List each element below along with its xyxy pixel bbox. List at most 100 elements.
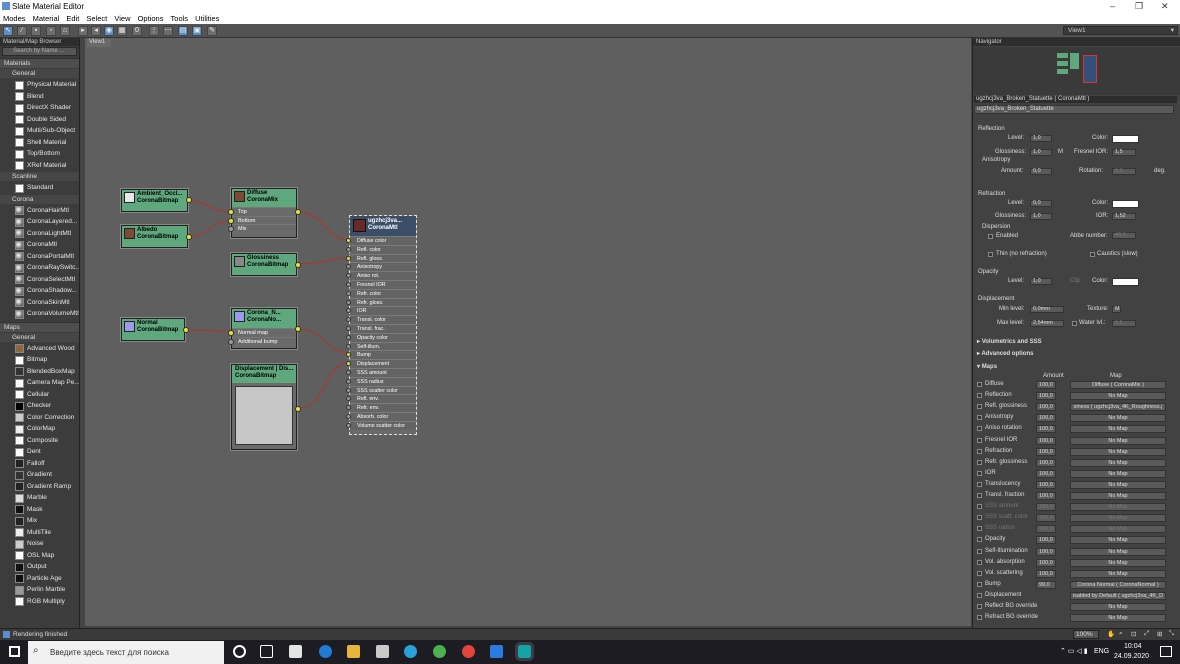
slot-additional-bump[interactable]: Additional bump xyxy=(228,336,296,346)
map-enable-checkbox[interactable] xyxy=(977,615,982,621)
map-amount-input[interactable]: 100,0 xyxy=(1036,403,1056,412)
input-slot[interactable]: Absorb. color xyxy=(346,411,416,421)
input-slot[interactable]: Self-illum. xyxy=(346,341,416,351)
rollout-volumetrics[interactable]: ▸ Volumetrics and SSS xyxy=(977,338,1042,345)
input-socket[interactable] xyxy=(346,281,351,287)
input-socket[interactable] xyxy=(346,255,351,261)
input-socket[interactable] xyxy=(346,343,351,349)
slot-bottom[interactable]: Bottom xyxy=(228,215,296,225)
map-amount-input[interactable]: 100,0 xyxy=(1036,480,1056,489)
refl-level-input[interactable]: 1,0 xyxy=(1030,135,1052,142)
map-slot-button[interactable]: No Map xyxy=(1070,569,1166,578)
input-slot[interactable]: Fresnel IOR xyxy=(346,279,416,289)
edge-icon[interactable] xyxy=(319,645,332,658)
node-normal[interactable]: Normal CoronaBitmap xyxy=(121,318,189,341)
map-enable-checkbox[interactable] xyxy=(977,448,982,454)
task-view-grid-icon[interactable] xyxy=(260,645,273,658)
map-slot-button[interactable]: No Map xyxy=(1070,392,1166,401)
start-icon[interactable] xyxy=(9,646,20,657)
map-enable-checkbox[interactable] xyxy=(977,393,982,399)
fresnel-input[interactable]: 1,5 xyxy=(1112,149,1136,156)
map-amount-input[interactable]: 100,0 xyxy=(1036,425,1056,434)
map-slot-button[interactable]: No Map xyxy=(1070,469,1166,478)
ior-input[interactable]: 1,52 xyxy=(1112,213,1136,220)
input-slot[interactable]: Refr. color xyxy=(346,288,416,298)
store-icon[interactable] xyxy=(289,645,302,658)
torrent-icon[interactable] xyxy=(433,645,446,658)
map-amount-input[interactable]: 100,0 xyxy=(1036,414,1056,423)
map-enable-checkbox[interactable] xyxy=(977,382,982,387)
input-slot[interactable]: Opacity color xyxy=(346,332,416,342)
rollout-maps[interactable]: ▾ Maps xyxy=(977,363,997,370)
3dsmax-icon[interactable] xyxy=(515,642,534,661)
refr-gloss-input[interactable]: 1,0 xyxy=(1030,213,1052,220)
refl-gloss-input[interactable]: 1,0 xyxy=(1030,149,1052,156)
node-glossiness[interactable]: Glossiness CoronaBitmap xyxy=(231,253,301,276)
water-level-checkbox[interactable] xyxy=(1072,321,1077,326)
zoom-icon[interactable]: ⌕ xyxy=(1119,630,1123,638)
map-enable-checkbox[interactable] xyxy=(977,570,982,576)
node-corona-mtl[interactable]: ugzhcj3va... CoronaMtl Diffuse color Refl.… xyxy=(346,215,417,435)
node-corona-normal[interactable]: Corona_N... CoronaNo... Normal map Additi… xyxy=(228,308,301,349)
map-enable-checkbox[interactable] xyxy=(977,581,982,587)
node-displacement[interactable]: Displacement | Dis... CoronaBitmap xyxy=(231,364,301,450)
map-amount-input[interactable]: 100,0 xyxy=(1036,447,1056,456)
input-slot[interactable]: Anisotropy xyxy=(346,262,416,272)
zoom-extents-icon[interactable]: ⤢ xyxy=(1144,630,1149,638)
blender-icon[interactable] xyxy=(490,645,503,658)
map-amount-input[interactable]: 100,0 xyxy=(1036,558,1056,567)
input-slot[interactable]: Refl. env. xyxy=(346,394,416,404)
map-enable-checkbox[interactable] xyxy=(977,426,982,432)
map-slot-button[interactable]: siness ( ugzhcj3va_4K_Roughness.j xyxy=(1070,403,1166,412)
max-level-input[interactable]: 2,54mm xyxy=(1030,320,1064,327)
explorer-icon[interactable] xyxy=(347,645,360,658)
map-amount-input[interactable]: 100,0 xyxy=(1036,569,1056,578)
chrome-icon[interactable] xyxy=(462,645,475,658)
map-enable-checkbox[interactable] xyxy=(977,493,982,498)
input-socket[interactable] xyxy=(346,396,351,402)
map-slot-button[interactable]: No Map xyxy=(1070,436,1166,445)
app-icon-1[interactable] xyxy=(376,645,389,658)
map-enable-checkbox[interactable] xyxy=(977,459,982,465)
node-albedo[interactable]: Albedo CoronaBitmap xyxy=(121,225,192,248)
caustics-checkbox[interactable] xyxy=(1090,252,1095,257)
clock-time[interactable]: 10:04 xyxy=(1124,643,1142,650)
output-socket[interactable] xyxy=(295,262,301,268)
input-slot[interactable]: Refl. gloss. xyxy=(346,253,416,263)
refr-level-input[interactable]: 0,0 xyxy=(1030,200,1052,207)
map-amount-input[interactable]: 100,0 xyxy=(1036,436,1056,445)
map-slot-button[interactable]: No Map xyxy=(1070,492,1166,500)
map-slot-button[interactable]: isabled by Default ( ugzhcj3va_4K_D xyxy=(1070,591,1166,600)
input-socket[interactable] xyxy=(228,226,234,233)
slot-normal-map[interactable]: Normal map xyxy=(228,328,296,337)
task-view-icon[interactable] xyxy=(233,645,246,658)
map-enable-checkbox[interactable] xyxy=(977,515,982,521)
input-socket[interactable] xyxy=(228,209,234,215)
map-slot-button[interactable]: No Map xyxy=(1070,525,1166,534)
map-amount-input[interactable]: 99,0 xyxy=(1036,580,1056,589)
input-socket[interactable] xyxy=(228,338,234,345)
input-slot[interactable]: Refr. gloss. xyxy=(346,297,416,307)
input-slot[interactable]: Transl. color xyxy=(346,315,416,324)
output-socket[interactable] xyxy=(295,209,301,215)
map-slot-button[interactable]: No Map xyxy=(1070,480,1166,489)
map-slot-button[interactable]: No Map xyxy=(1070,514,1166,523)
opacity-color-swatch[interactable] xyxy=(1112,278,1139,286)
abbe-input[interactable]: 40,0 xyxy=(1112,232,1136,239)
map-slot-button[interactable]: No Map xyxy=(1070,503,1166,512)
input-socket[interactable] xyxy=(346,405,351,411)
map-enable-checkbox[interactable] xyxy=(977,437,982,443)
maximize-view-icon[interactable]: ⤡ xyxy=(1169,630,1174,638)
input-socket[interactable] xyxy=(346,361,351,367)
map-slot-button[interactable]: No Map xyxy=(1070,425,1166,434)
rollout-advanced[interactable]: ▸ Advanced options xyxy=(977,350,1033,357)
input-slot[interactable]: Bump xyxy=(346,350,416,360)
map-amount-input[interactable]: 100,0 xyxy=(1036,392,1056,401)
map-slot-button[interactable]: No Map xyxy=(1070,547,1166,556)
map-enable-checkbox[interactable] xyxy=(977,404,982,410)
output-socket[interactable] xyxy=(186,197,192,203)
map-enable-checkbox[interactable] xyxy=(977,559,982,565)
input-socket[interactable] xyxy=(346,422,351,428)
output-socket[interactable] xyxy=(186,234,192,240)
input-socket[interactable] xyxy=(346,369,351,375)
